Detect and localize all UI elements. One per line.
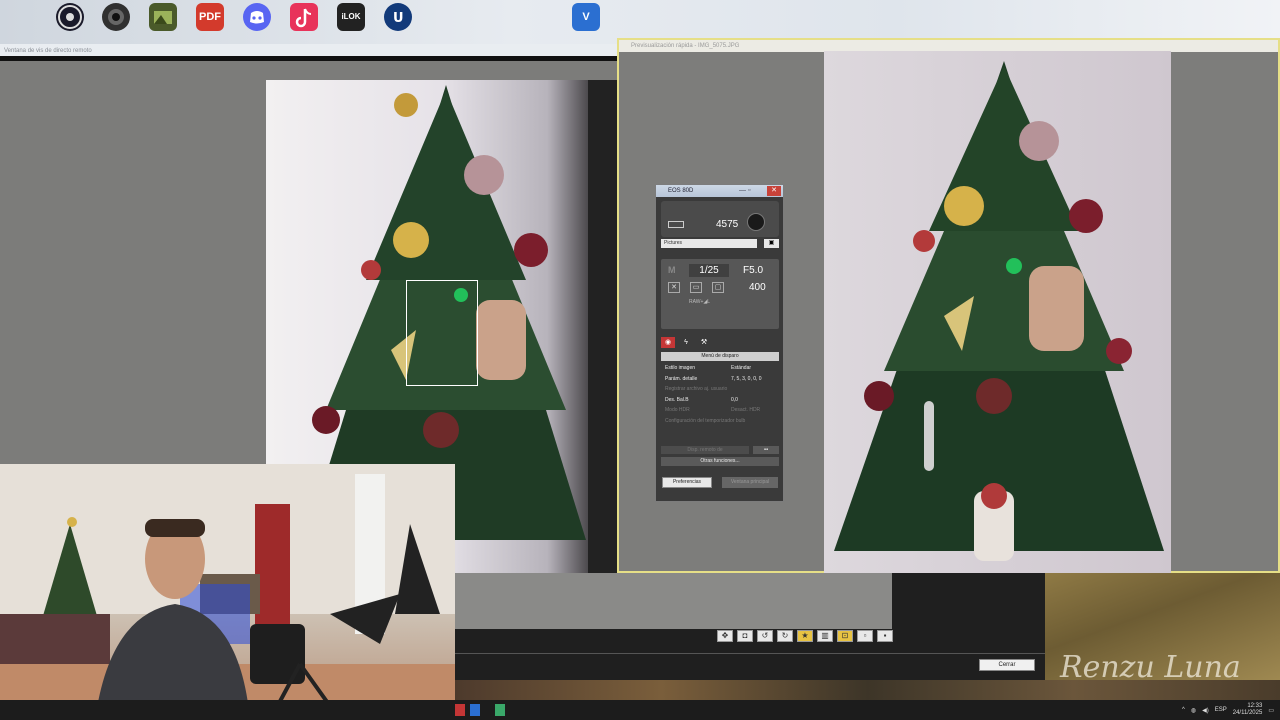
af-focus-frame[interactable] bbox=[406, 280, 478, 386]
rotate-left-icon[interactable]: ↺ bbox=[757, 630, 773, 642]
divider bbox=[455, 653, 1045, 654]
camera-tab-icon[interactable]: ◉ bbox=[661, 337, 675, 348]
preferences-button[interactable]: Preferencias bbox=[662, 477, 712, 488]
menu-item-picture-style[interactable]: Estilo imagen Estándar bbox=[661, 363, 779, 374]
camera-app-icon[interactable] bbox=[94, 3, 138, 43]
rotate-right-icon[interactable]: ↻ bbox=[777, 630, 793, 642]
discord-icon[interactable] bbox=[235, 3, 279, 43]
shooting-menu-title: Menú de disparo bbox=[661, 352, 779, 361]
clock[interactable]: 12:33 24/11/2025 bbox=[1233, 703, 1263, 717]
language-indicator[interactable]: ESP bbox=[1215, 707, 1227, 713]
system-tray: ^ ◍ ◀) ESP 12:33 24/11/2025 ▭ bbox=[1182, 703, 1274, 717]
grid-icon[interactable]: ▥ bbox=[817, 630, 833, 642]
menu-item-hdr-mode: Modo HDR Desact. HDR bbox=[665, 407, 761, 413]
remote-shooting-button: Disp. remoto de bbox=[661, 446, 749, 454]
other-functions-button[interactable]: Otras funciones... bbox=[661, 457, 779, 466]
drive-mode-icon[interactable]: ▭ bbox=[690, 282, 702, 293]
window-minmax-buttons[interactable]: — ▫ bbox=[739, 186, 765, 196]
taskbar-app-icon[interactable] bbox=[455, 704, 465, 716]
preview-image bbox=[824, 51, 1171, 573]
volume-icon[interactable]: ◀) bbox=[1202, 707, 1209, 714]
main-window-button: Ventana principal bbox=[722, 477, 778, 488]
preview-bottom-panel: ✥ ◘ ↺ ↻ ★ ▥ ⊡ ▫ ▪ bbox=[455, 573, 1045, 680]
menu-item-register-user-file: Registrar archivo aj. usuario bbox=[665, 386, 728, 392]
remote-release-icon[interactable]: ▪▪ bbox=[753, 446, 779, 454]
shooting-menu-list: Estilo imagen Estándar Parám. detalle 7, 5… bbox=[661, 363, 779, 426]
folder-camera-icon[interactable]: ▣ bbox=[764, 239, 779, 248]
eos-title-text: EOS 80D bbox=[668, 188, 694, 194]
zoom-in-icon[interactable]: ▪ bbox=[877, 630, 893, 642]
network-icon[interactable]: ◍ bbox=[1191, 707, 1196, 714]
notification-icon[interactable]: ▭ bbox=[1268, 707, 1274, 714]
close-button[interactable]: Cerrar bbox=[979, 659, 1035, 671]
aperture-value[interactable]: F5.0 bbox=[743, 265, 763, 276]
webcam-overlay bbox=[0, 464, 455, 720]
tray-chevron-icon[interactable]: ^ bbox=[1182, 707, 1185, 713]
eos-tab-bar: ◉ ϟ ⚒ bbox=[661, 337, 779, 349]
liveview-toolbar bbox=[0, 56, 618, 61]
photo-app-icon[interactable] bbox=[141, 3, 185, 43]
image-quality[interactable]: RAW+◢L bbox=[689, 299, 710, 305]
star-icon[interactable]: ★ bbox=[797, 630, 813, 642]
battery-icon bbox=[668, 221, 684, 228]
af-mode-icon[interactable]: ▢ bbox=[712, 282, 724, 293]
move-icon[interactable]: ✥ bbox=[717, 630, 733, 642]
clock-date: 24/11/2025 bbox=[1232, 710, 1263, 716]
taskbar-app-icon[interactable] bbox=[495, 704, 505, 716]
image-toolbar: ✥ ◘ ↺ ↻ ★ ▥ ⊡ ▫ ▪ bbox=[717, 630, 893, 644]
camera-icon[interactable]: ◘ bbox=[737, 630, 753, 642]
menu-item-bulb-timer: Configuración del temporizador bulb bbox=[665, 417, 746, 424]
flash-tab-icon[interactable]: ϟ bbox=[679, 337, 693, 348]
menu-item-wb-shift[interactable]: Des. Bal.B 0,0 bbox=[661, 395, 779, 406]
eos-utility-panel: EOS 80D — ▫ ✕ 4575 Pictures ▣ M 1/25 F5.… bbox=[655, 184, 784, 502]
desktop-wallpaper-strip bbox=[455, 680, 1280, 700]
close-icon[interactable]: ✕ bbox=[767, 186, 781, 196]
shutter-dial-icon[interactable] bbox=[747, 213, 765, 231]
eos-panel-title: EOS 80D — ▫ ✕ bbox=[656, 185, 783, 197]
taskbar-app-icon[interactable] bbox=[470, 704, 480, 716]
zoom-out-icon[interactable]: ▫ bbox=[857, 630, 873, 642]
tiktok-icon[interactable] bbox=[282, 3, 326, 43]
visio-icon[interactable]: V bbox=[564, 3, 608, 43]
menu-item-detail-params[interactable]: Parám. detalle 7, 5, 3, 0, 0, 0 bbox=[661, 374, 779, 385]
shots-remaining: 4575 bbox=[716, 219, 739, 230]
taskbar: ^ ◍ ◀) ESP 12:33 24/11/2025 ▭ bbox=[0, 700, 1280, 720]
clock-time: 12:33 bbox=[1247, 703, 1263, 709]
pdf-icon[interactable]: PDF bbox=[188, 3, 232, 43]
iso-value[interactable]: 400 bbox=[749, 282, 766, 293]
ilok-icon[interactable]: iLOK bbox=[329, 3, 373, 43]
svg-text:U: U bbox=[393, 11, 404, 26]
metering-icon[interactable]: ✕ bbox=[668, 282, 680, 293]
obs-icon[interactable] bbox=[48, 3, 92, 43]
shutter-speed[interactable]: 1/25 bbox=[689, 264, 729, 277]
shooting-mode: M bbox=[668, 265, 676, 275]
fit-icon[interactable]: ⊡ bbox=[837, 630, 853, 642]
tools-tab-icon[interactable]: ⚒ bbox=[697, 337, 711, 348]
exposure-settings-lcd: M 1/25 F5.0 ✕ ▭ ▢ 400 RAW+◢L bbox=[661, 259, 779, 329]
bottom-gray-area bbox=[455, 573, 892, 629]
camera-status-area: 4575 bbox=[661, 201, 779, 237]
unreal-icon[interactable]: U bbox=[376, 3, 420, 43]
destination-folder[interactable]: Pictures bbox=[661, 239, 757, 248]
